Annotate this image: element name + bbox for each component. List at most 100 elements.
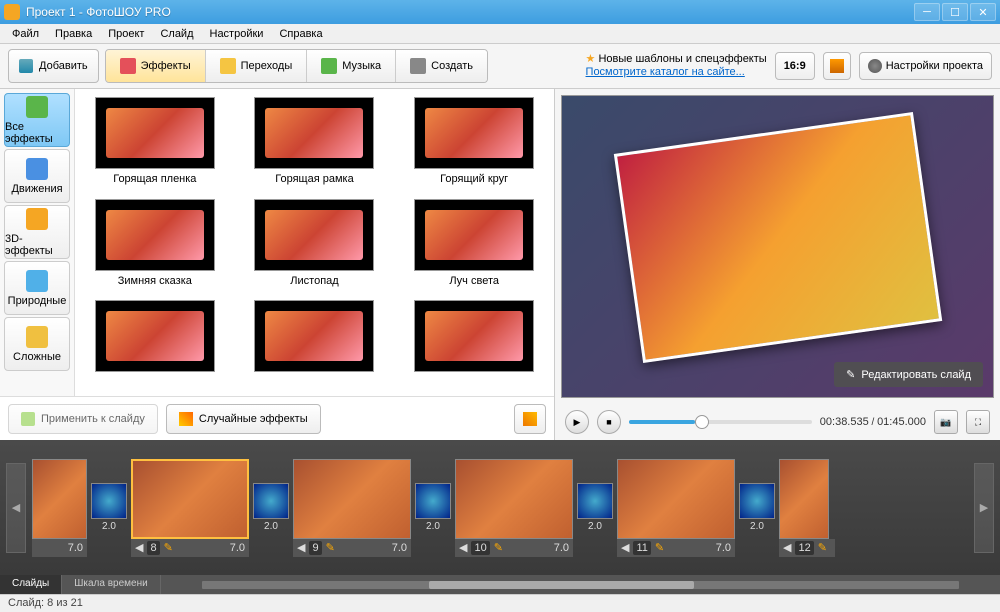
- slide-box-0[interactable]: 7.0: [32, 459, 87, 557]
- tab-label: Создать: [431, 60, 473, 72]
- transition-duration: 2.0: [426, 521, 440, 532]
- slide-duration: 7.0: [68, 542, 83, 554]
- mode-tab-1[interactable]: Переходы: [206, 50, 308, 82]
- effect-item-3[interactable]: Зимняя сказка: [79, 199, 231, 299]
- pencil-icon: ✎: [846, 368, 855, 381]
- edit-slide-button[interactable]: ✎ Редактировать слайд: [834, 362, 983, 387]
- slide-box-2[interactable]: ◀ 9 ✎7.0: [293, 459, 411, 557]
- effect-categories: Все эффекты Движения 3D-эффекты Природные Сл…: [0, 89, 75, 396]
- effect-thumb: [95, 199, 215, 271]
- tab-slides[interactable]: Слайды: [0, 575, 62, 594]
- category-button-3[interactable]: Природные: [4, 261, 70, 315]
- app-icon: [4, 4, 20, 20]
- slide-info: ◀ 11 ✎7.0: [617, 539, 735, 557]
- play-button[interactable]: ▶: [565, 410, 589, 434]
- random-effects-button[interactable]: Случайные эффекты: [166, 404, 321, 434]
- category-button-1[interactable]: Движения: [4, 149, 70, 203]
- menu-edit[interactable]: Правка: [47, 26, 100, 42]
- category-icon: [26, 96, 48, 118]
- minimize-button[interactable]: ─: [914, 3, 940, 21]
- slide-box-1[interactable]: ◀ 8 ✎7.0: [131, 459, 249, 557]
- seek-slider[interactable]: [629, 420, 812, 424]
- apply-to-slide-button[interactable]: Применить к слайду: [8, 404, 158, 434]
- slide-thumb: [32, 459, 87, 539]
- transition-box-2[interactable]: 2.0: [415, 483, 451, 532]
- transition-box-0[interactable]: 2.0: [91, 483, 127, 532]
- menu-file[interactable]: Файл: [4, 26, 47, 42]
- effect-item-4[interactable]: Листопад: [239, 199, 391, 299]
- timeline-scroll-thumb[interactable]: [429, 581, 694, 589]
- category-label: Сложные: [13, 351, 61, 363]
- status-text: Слайд: 8 из 21: [8, 597, 83, 609]
- category-button-4[interactable]: Сложные: [4, 317, 70, 371]
- timeline-prev-button[interactable]: ◀: [6, 463, 26, 553]
- category-label: 3D-эффекты: [5, 233, 69, 257]
- slide-duration: 7.0: [230, 542, 245, 554]
- timeline-next-button[interactable]: ▶: [974, 463, 994, 553]
- close-button[interactable]: ✕: [970, 3, 996, 21]
- category-button-0[interactable]: Все эффекты: [4, 93, 70, 147]
- play-icon: ◀: [297, 541, 305, 554]
- mode-tabs: ЭффектыПереходыМузыка Создать: [105, 49, 488, 83]
- effects-grid: Горящая пленкаГорящая рамкаГорящий круг З…: [75, 89, 554, 396]
- stop-button[interactable]: ■: [597, 410, 621, 434]
- slide-box-3[interactable]: ◀ 10 ✎7.0: [455, 459, 573, 557]
- apply-icon: [21, 412, 35, 426]
- mode-tab-3[interactable]: Создать: [396, 50, 487, 82]
- effects-panel: Все эффекты Движения 3D-эффекты Природные Сл…: [0, 89, 555, 440]
- timeline-items: 7.02.0◀ 8 ✎7.02.0◀ 9 ✎7.02.0◀ 10 ✎7.02.0…: [26, 459, 974, 557]
- effect-item-5[interactable]: Луч света: [398, 199, 550, 299]
- timecode: 00:38.535 / 01:45.000: [820, 416, 926, 428]
- effect-item-8[interactable]: [398, 300, 550, 388]
- effect-item-0[interactable]: Горящая пленка: [79, 97, 231, 197]
- slide-number: 8: [147, 541, 159, 555]
- effect-item-1[interactable]: Горящая рамка: [239, 97, 391, 197]
- add-button[interactable]: Добавить: [8, 49, 99, 83]
- main-area: Все эффекты Движения 3D-эффекты Природные Сл…: [0, 89, 1000, 440]
- aspect-ratio-button[interactable]: 16:9: [775, 52, 815, 80]
- effect-item-6[interactable]: [79, 300, 231, 388]
- category-button-2[interactable]: 3D-эффекты: [4, 205, 70, 259]
- slide-duration: 7.0: [716, 542, 731, 554]
- timeline-scrollbar[interactable]: [161, 575, 1000, 594]
- slide-box-4[interactable]: ◀ 11 ✎7.0: [617, 459, 735, 557]
- mode-tab-2[interactable]: Музыка: [307, 50, 396, 82]
- menu-project[interactable]: Проект: [100, 26, 152, 42]
- menu-slide[interactable]: Слайд: [152, 26, 201, 42]
- effect-thumb: [95, 97, 215, 169]
- effect-item-7[interactable]: [239, 300, 391, 388]
- promo-link[interactable]: Посмотрите каталог на сайте...: [586, 66, 767, 79]
- effect-thumb: [254, 97, 374, 169]
- menu-settings[interactable]: Настройки: [202, 26, 272, 42]
- mode-tab-0[interactable]: Эффекты: [106, 50, 206, 82]
- preview-viewport: ✎ Редактировать слайд: [561, 95, 994, 398]
- theme-thumb-button[interactable]: [823, 52, 851, 80]
- transition-box-1[interactable]: 2.0: [253, 483, 289, 532]
- category-label: Все эффекты: [5, 121, 69, 145]
- menu-help[interactable]: Справка: [271, 26, 330, 42]
- slide-info: ◀ 12 ✎: [779, 539, 835, 557]
- brush-button[interactable]: [514, 404, 546, 434]
- category-label: Природные: [8, 295, 67, 307]
- transition-duration: 2.0: [264, 521, 278, 532]
- thumbnail-icon: [830, 59, 844, 73]
- time-total: 01:45.000: [877, 416, 926, 428]
- seek-thumb[interactable]: [695, 415, 709, 429]
- slide-thumb: [455, 459, 573, 539]
- tab-timescale[interactable]: Шкала времени: [62, 575, 160, 594]
- slide-number: 9: [309, 541, 321, 555]
- transition-duration: 2.0: [750, 521, 764, 532]
- menubar: Файл Правка Проект Слайд Настройки Справ…: [0, 24, 1000, 44]
- project-settings-button[interactable]: Настройки проекта: [859, 52, 992, 80]
- transition-box-4[interactable]: 2.0: [739, 483, 775, 532]
- maximize-button[interactable]: ☐: [942, 3, 968, 21]
- slide-box-5[interactable]: ◀ 12 ✎: [779, 459, 835, 557]
- transition-box-3[interactable]: 2.0: [577, 483, 613, 532]
- play-icon: ◀: [135, 541, 143, 554]
- fullscreen-button[interactable]: ⛶: [966, 410, 990, 434]
- snapshot-button[interactable]: 📷: [934, 410, 958, 434]
- effect-item-2[interactable]: Горящий круг: [398, 97, 550, 197]
- wand-icon: [179, 412, 193, 426]
- slide-thumb: [293, 459, 411, 539]
- promo-text1: Новые шаблоны и спецэффекты: [598, 53, 766, 65]
